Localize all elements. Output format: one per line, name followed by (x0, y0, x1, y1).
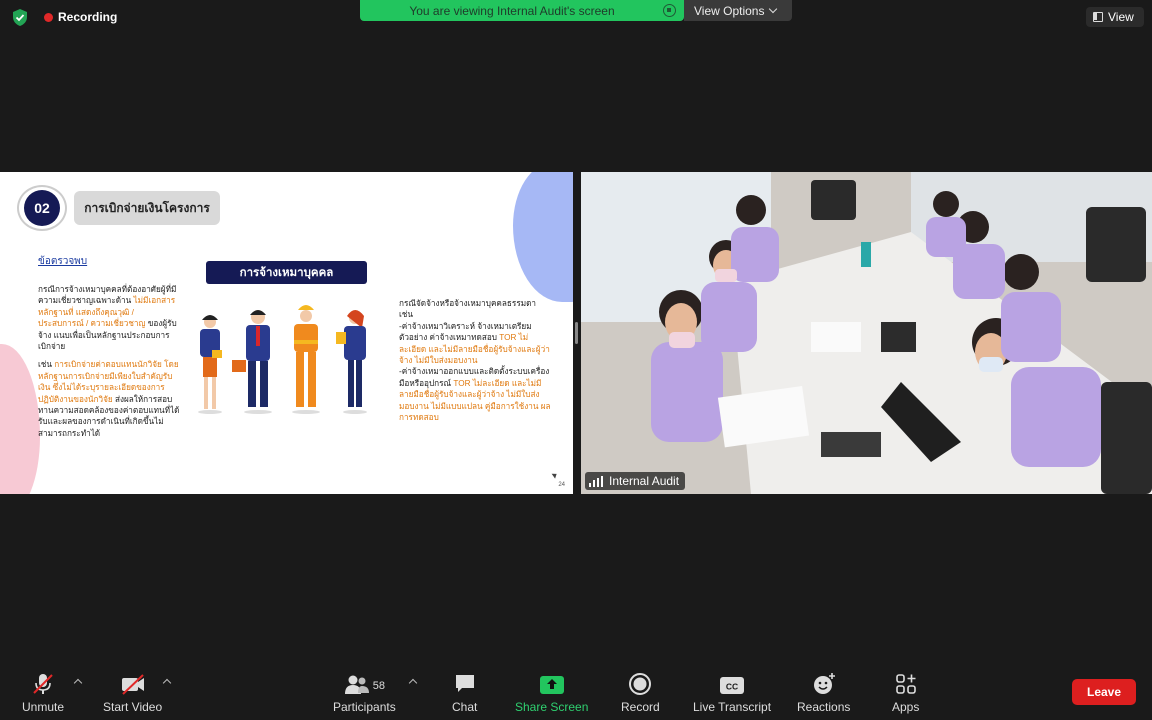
participant-video-tile[interactable]: Internal Audit (581, 172, 1152, 494)
closed-caption-icon: CC (720, 677, 745, 694)
video-off-icon (121, 674, 144, 695)
slide-page-number: 24 (558, 482, 565, 488)
svg-text:CC: CC (726, 682, 738, 692)
finding-text: เช่น (38, 360, 55, 370)
participants-icon (344, 675, 369, 694)
view-layout-icon (1093, 12, 1103, 22)
start-video-button[interactable]: Start Video (103, 672, 162, 714)
stop-viewing-icon[interactable] (663, 4, 676, 17)
findings-heading: ข้อตรวจพบ (38, 256, 88, 267)
mouse-cursor-icon (551, 471, 559, 479)
signal-strength-icon (589, 475, 603, 487)
recording-label: Recording (58, 10, 118, 24)
examples-column: กรณีจัดจ้างหรือจ้างเหมาบุคคลธรรมดา เช่น … (399, 298, 551, 423)
recording-indicator[interactable]: Recording (44, 10, 117, 24)
reactions-button[interactable]: Reactions (797, 672, 850, 714)
view-label: View (1108, 10, 1134, 24)
participant-name-tag: Internal Audit (585, 472, 686, 490)
findings-column: กรณีการจ้างเหมาบุคคลที่ต้องอาศัยผู้ที่มี… (38, 284, 180, 446)
chat-bubble-icon (455, 675, 474, 692)
video-options-caret-icon[interactable] (162, 678, 172, 688)
share-screen-label: Share Screen (515, 700, 589, 714)
participants-count: 58 (372, 680, 385, 692)
security-shield-icon[interactable] (11, 8, 29, 27)
record-icon (629, 673, 652, 695)
live-transcript-button[interactable]: CC Live Transcript (693, 672, 771, 714)
apps-button[interactable]: Apps (892, 672, 919, 714)
chevron-down-icon (769, 4, 778, 14)
chat-label: Chat (452, 700, 478, 714)
split-view-resize-handle[interactable] (575, 322, 578, 344)
view-button[interactable]: View (1086, 7, 1144, 27)
apps-icon (895, 674, 916, 694)
unmute-button[interactable]: Unmute (22, 672, 64, 714)
live-transcript-label: Live Transcript (693, 700, 772, 714)
example-item: -ค่าจ้างเหมาวิเคราะห์ จ้างเหมาเตรียมตัวอ… (399, 321, 551, 367)
viewing-screen-banner: You are viewing Internal Audit's screen (360, 0, 684, 21)
leave-button[interactable]: Leave (1072, 679, 1136, 705)
view-options-label: View Options (694, 3, 765, 18)
viewing-banner-text: You are viewing Internal Audit's screen (409, 3, 615, 18)
section-number-badge: 02 (17, 185, 67, 231)
recording-dot-icon (44, 12, 53, 22)
participants-label: Participants (333, 700, 396, 714)
audio-options-caret-icon[interactable] (73, 678, 83, 688)
finding-paragraph: กรณีการจ้างเหมาบุคคลที่ต้องอาศัยผู้ที่มี… (38, 284, 180, 352)
zoom-meeting-window: Recording You are viewing Internal Audit… (0, 0, 1152, 720)
unmute-label: Unmute (22, 700, 65, 714)
hire-heading: การจ้างเหมาบุคคล (206, 261, 367, 284)
decorative-blob (0, 344, 40, 494)
participants-button[interactable]: 58 Participants (333, 672, 396, 714)
share-screen-icon (539, 676, 564, 694)
meeting-room-video-feed (581, 172, 1152, 494)
examples-intro: กรณีจัดจ้างหรือจ้างเหมาบุคคลธรรมดา เช่น (399, 299, 537, 320)
muted-microphone-icon (33, 674, 53, 694)
share-screen-button[interactable]: Share Screen (515, 672, 588, 714)
meeting-toolbar: Unmute Start Video 58 Participants Chat … (0, 666, 1152, 720)
record-label: Record (621, 700, 660, 714)
record-button[interactable]: Record (621, 672, 660, 714)
finding-paragraph: เช่น การเบิกจ่ายค่าตอบแทนนักวิจัย โดยหลั… (38, 359, 180, 439)
reactions-smiley-icon (813, 673, 835, 694)
chat-button[interactable]: Chat (452, 672, 477, 714)
section-number: 02 (24, 190, 60, 226)
slide-title: การเบิกจ่ายเงินโครงการ (74, 191, 220, 225)
start-video-label: Start Video (103, 700, 163, 714)
participants-options-caret-icon[interactable] (408, 678, 418, 688)
shared-screen-slide: 02 การเบิกจ่ายเงินโครงการ ข้อตรวจพบ กรณี… (0, 172, 573, 494)
participant-name: Internal Audit (609, 474, 680, 488)
workers-illustration (198, 305, 367, 414)
apps-label: Apps (892, 700, 920, 714)
example-item: -ค่าจ้างเหมาออกแบบและติดตั้งระบบเครื่องม… (399, 366, 551, 423)
decorative-blob (513, 172, 573, 302)
reactions-label: Reactions (797, 700, 851, 714)
view-options-button[interactable]: View Options (684, 0, 792, 21)
